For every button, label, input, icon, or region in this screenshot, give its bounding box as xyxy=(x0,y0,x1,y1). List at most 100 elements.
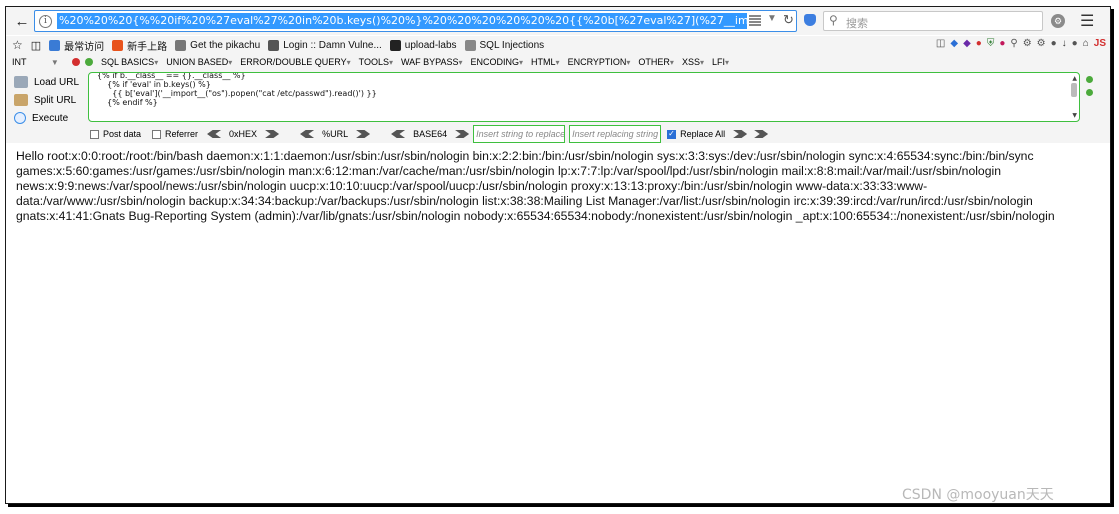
url-bar[interactable]: i %20%20%20{%%20if%20%27eval%27%20in%20b… xyxy=(34,10,797,32)
execute-icon xyxy=(14,112,26,124)
chevron-down-icon: ▾ xyxy=(228,58,233,67)
bookmark-label: Get the pikachu xyxy=(190,39,261,51)
replace-all-checkbox[interactable] xyxy=(667,129,677,139)
back-arrow-icon[interactable]: ← xyxy=(11,10,33,32)
search-placeholder: 搜索 xyxy=(846,17,868,30)
extension-icon[interactable]: ⚙ xyxy=(1037,38,1046,49)
hackbar-menu-item[interactable]: ENCRYPTION▾ xyxy=(568,57,631,67)
hex-decode-arrow-icon[interactable] xyxy=(207,130,222,138)
extension-icon[interactable]: ● xyxy=(976,38,982,49)
hackbar-menu-label: WAF BYPASS xyxy=(400,57,459,67)
post-data-checkbox[interactable] xyxy=(90,129,99,139)
hackbar-menu-label: ENCODING xyxy=(470,57,520,67)
hamburger-menu-icon[interactable]: ☰ xyxy=(1080,11,1094,31)
hackbar-menu-item[interactable]: TOOLS▾ xyxy=(359,57,393,67)
scroll-up-icon[interactable]: ▲ xyxy=(1072,74,1077,83)
hackbar-menu-item[interactable]: ENCODING▾ xyxy=(471,57,524,67)
execute-button[interactable]: Execute xyxy=(14,112,68,124)
reload-icon[interactable]: ↻ xyxy=(783,12,794,28)
bookmark-icon xyxy=(268,39,280,51)
search-icon: ⚲ xyxy=(829,13,838,27)
extension-icon[interactable]: ◆ xyxy=(950,38,958,49)
hackbar-menu-item[interactable]: OTHER▾ xyxy=(638,57,674,67)
extension-icon[interactable]: ● xyxy=(1072,38,1078,49)
chevron-down-icon: ▾ xyxy=(669,58,674,67)
hackbar-menu-item[interactable]: UNION BASED▾ xyxy=(166,57,232,67)
url-decode-arrow-icon[interactable] xyxy=(300,130,315,138)
chevron-down-icon[interactable]: ▼ xyxy=(767,13,777,24)
replace-arrow-icon[interactable] xyxy=(733,130,748,138)
bookmark-item[interactable]: SQL Injections xyxy=(464,39,544,51)
base64-encode-arrow-icon[interactable] xyxy=(455,130,470,138)
bookmark-label: 新手上路 xyxy=(127,41,168,53)
pocket-icon[interactable] xyxy=(804,14,816,26)
replace-arrow-icon[interactable] xyxy=(754,130,769,138)
int-select[interactable]: INT ▼ xyxy=(12,57,72,67)
red-dot-icon xyxy=(72,58,80,66)
page-output: Hello root:x:0:0:root:/root:/bin/bash da… xyxy=(16,149,1055,223)
navigation-bar: ← i %20%20%20{%%20if%20%27eval%27%20in%2… xyxy=(6,7,1110,35)
hackbar-menu-label: XSS xyxy=(681,57,700,67)
scroll-down-icon[interactable]: ▼ xyxy=(1072,111,1077,120)
hackbar-menu-label: TOOLS xyxy=(358,57,389,67)
green-dot-icon xyxy=(1086,76,1093,83)
hackbar-menu-item[interactable]: XSS▾ xyxy=(682,57,704,67)
replace-input[interactable]: Insert string to replace xyxy=(473,125,566,143)
bookmark-item[interactable]: 新手上路 xyxy=(112,38,167,53)
load-url-icon xyxy=(14,76,28,88)
side-status-dots xyxy=(1086,76,1093,96)
library-icon[interactable]: ◫ xyxy=(31,39,41,52)
chevron-down-icon: ▾ xyxy=(346,58,351,67)
bookmark-item[interactable]: Get the pikachu xyxy=(175,39,261,51)
bookmark-item[interactable]: upload-labs xyxy=(389,39,457,51)
sidebar-icon[interactable]: ◫ xyxy=(936,38,945,49)
bookmark-icon xyxy=(464,39,476,51)
hackbar-text-line: {% if 'eval' in b.keys() %} xyxy=(97,80,211,89)
chevron-down-icon: ▾ xyxy=(626,58,631,67)
hackbar-menu-item[interactable]: SQL BASICS▾ xyxy=(101,57,158,67)
chevron-down-icon: ▾ xyxy=(458,58,463,67)
referrer-checkbox[interactable] xyxy=(152,129,162,139)
hackbar-text-line: {% endif %} xyxy=(97,98,158,107)
base64-decode-arrow-icon[interactable] xyxy=(391,130,406,138)
chevron-down-icon: ▾ xyxy=(555,58,560,67)
bookmark-item[interactable]: Login :: Damn Vulne... xyxy=(268,39,382,51)
hackbar-menu-label: HTML xyxy=(531,57,556,67)
info-icon[interactable]: i xyxy=(39,15,52,28)
split-url-button[interactable]: Split URL xyxy=(14,94,76,106)
load-url-button[interactable]: Load URL xyxy=(14,76,79,88)
hackbar-textarea[interactable]: {% if b.__class__ == {}.__class__ %} {% … xyxy=(88,72,1080,122)
hackbar-menu-item[interactable]: HTML▾ xyxy=(531,57,560,67)
shield-icon[interactable]: ⛨ xyxy=(987,38,995,49)
bookmark-item[interactable]: 最常访问 xyxy=(49,38,104,53)
search-icon[interactable]: ⚲ xyxy=(1010,38,1017,49)
hackbar-options: Post data Referrer 0xHEX %URL BASE64 Ins… xyxy=(90,125,773,143)
home-icon[interactable]: ⌂ xyxy=(1083,38,1089,49)
extension-icon[interactable]: ● xyxy=(999,38,1005,49)
extension-gear-icon[interactable]: ⚙ xyxy=(1051,14,1065,28)
url-text[interactable]: %20%20%20{%%20if%20%27eval%27%20in%20b.k… xyxy=(57,13,747,29)
js-icon[interactable]: JS xyxy=(1094,38,1106,49)
hex-encode-arrow-icon[interactable] xyxy=(265,130,280,138)
url-encode-arrow-icon[interactable] xyxy=(356,130,371,138)
green-dot-icon xyxy=(1086,89,1093,96)
search-box[interactable]: ⚲ 搜索 xyxy=(823,11,1043,31)
scrollbar-thumb[interactable] xyxy=(1071,83,1077,97)
chevron-down-icon: ▾ xyxy=(724,58,729,67)
hackbar-menu-label: SQL BASICS xyxy=(101,57,155,67)
hackbar-menu-label: ENCRYPTION xyxy=(567,57,627,67)
download-icon[interactable]: ↓ xyxy=(1062,38,1067,49)
extension-icon[interactable]: ⚙ xyxy=(1023,38,1032,49)
watermark: CSDN @mooyuan天天 xyxy=(902,487,1054,503)
extension-icon[interactable]: ● xyxy=(1051,38,1057,49)
reader-view-icon[interactable] xyxy=(749,15,761,27)
split-url-icon xyxy=(14,94,28,106)
extension-icon[interactable]: ◆ xyxy=(963,38,971,49)
hackbar-menu-item[interactable]: WAF BYPASS▾ xyxy=(401,57,463,67)
replacing-input[interactable]: Insert replacing string xyxy=(569,125,662,143)
hackbar-menu-item[interactable]: LFI▾ xyxy=(712,57,729,67)
hackbar-menu-item[interactable]: ERROR/DOUBLE QUERY▾ xyxy=(240,57,350,67)
star-icon[interactable]: ☆ xyxy=(12,38,23,52)
chevron-down-icon: ▾ xyxy=(388,58,393,67)
chevron-down-icon: ▾ xyxy=(519,58,524,67)
